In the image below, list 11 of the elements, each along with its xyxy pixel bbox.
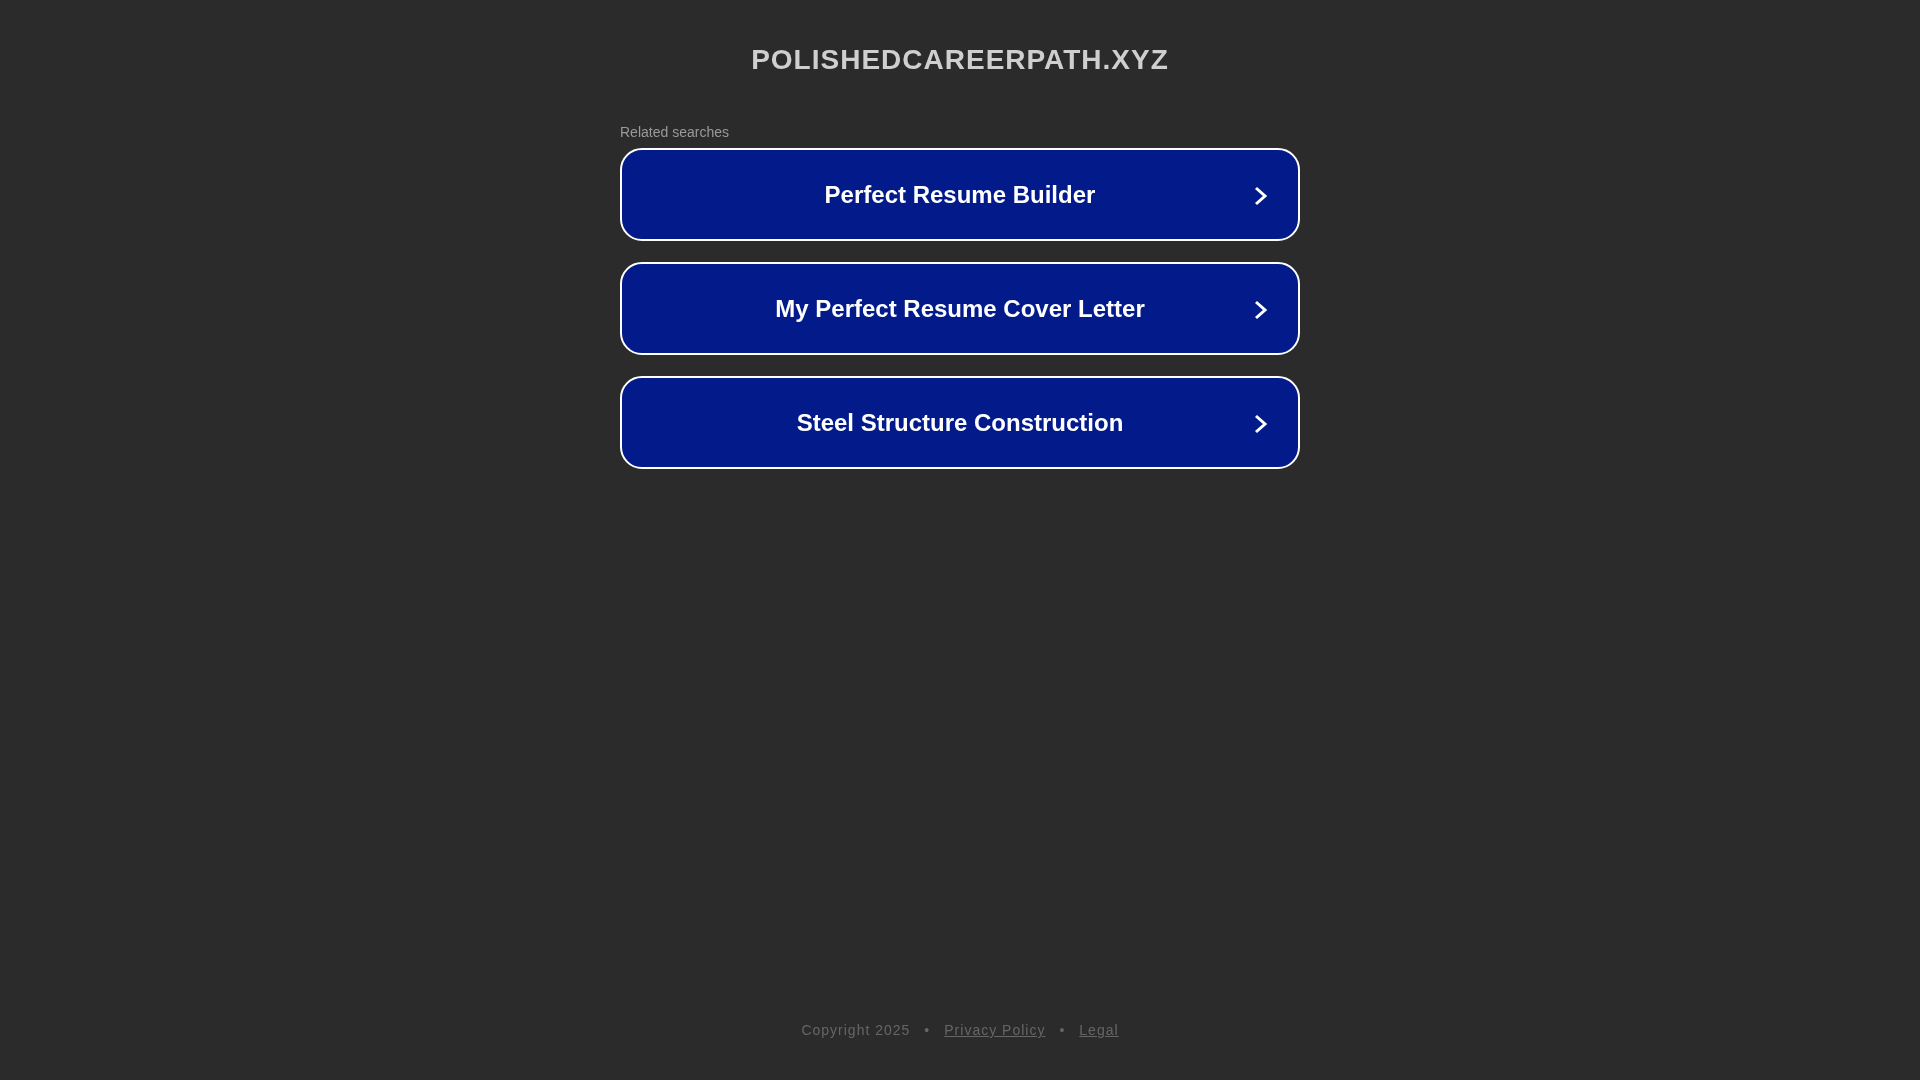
site-title: POLISHEDCAREERPATH.XYZ (751, 44, 1169, 76)
separator-dot: • (1059, 1022, 1066, 1038)
copyright-text: Copyright 2025 (801, 1022, 911, 1038)
search-link-button[interactable]: Steel Structure Construction (620, 376, 1300, 469)
chevron-right-icon (1254, 186, 1268, 206)
section-label: Related searches (620, 124, 729, 140)
separator-dot: • (924, 1022, 931, 1038)
search-link-button[interactable]: Perfect Resume Builder (620, 148, 1300, 241)
search-link-button[interactable]: My Perfect Resume Cover Letter (620, 262, 1300, 355)
chevron-right-icon (1254, 414, 1268, 434)
chevron-right-icon (1254, 300, 1268, 320)
